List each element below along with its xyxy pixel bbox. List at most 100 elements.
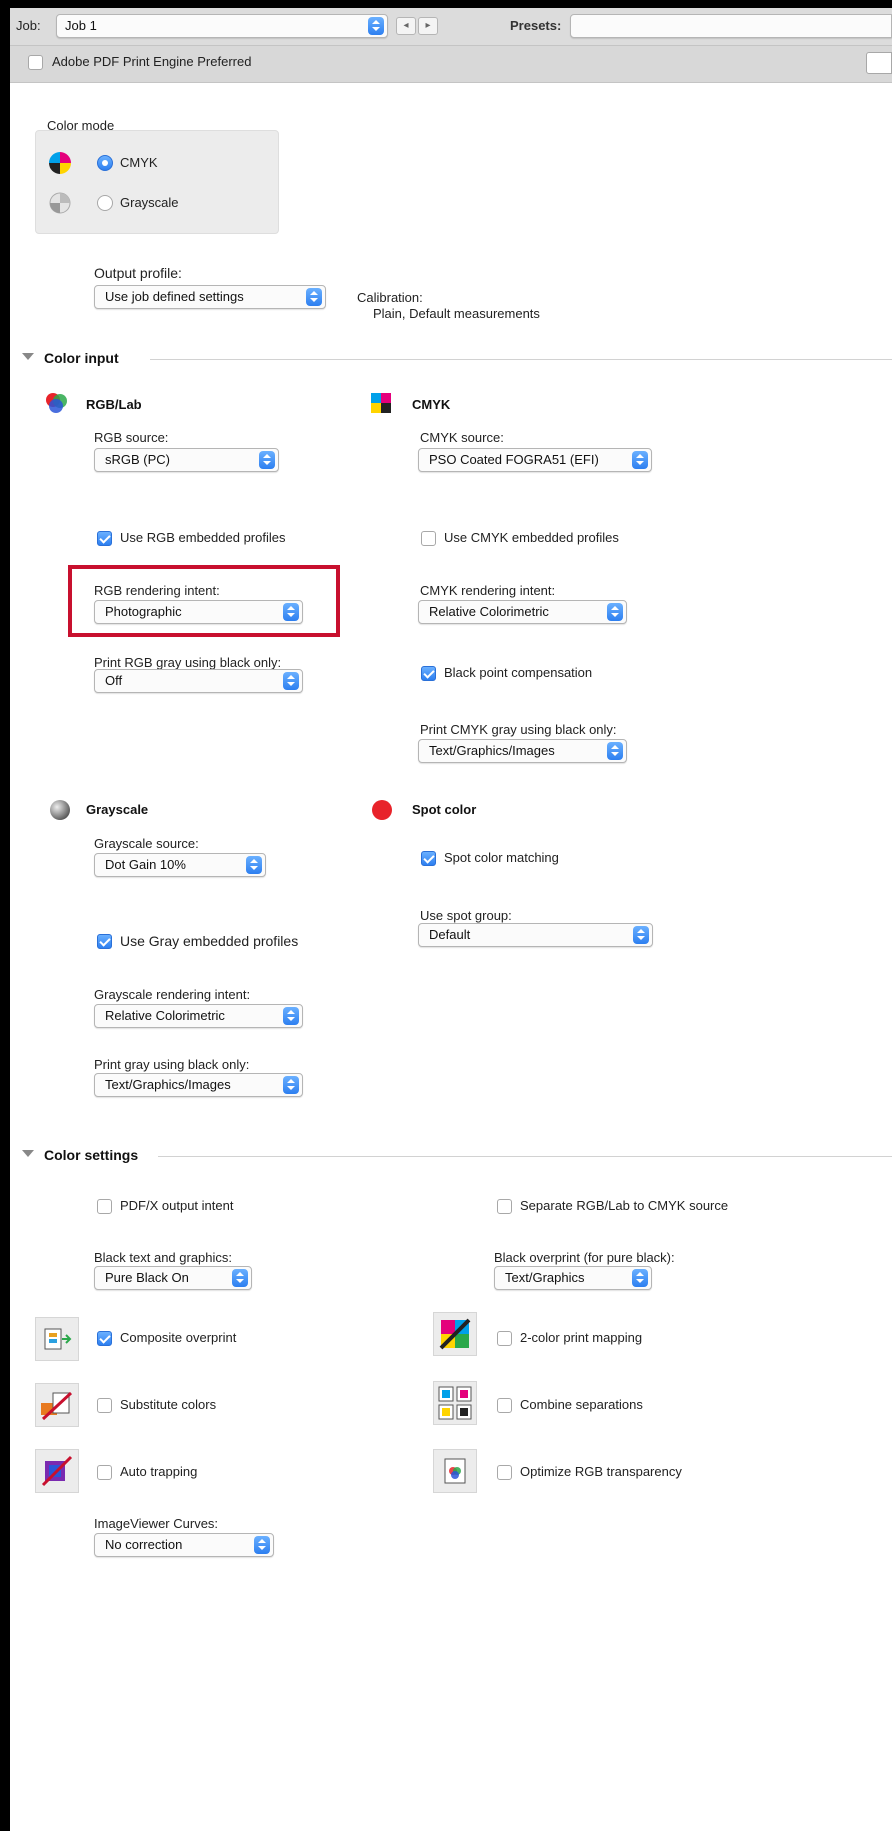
rgb-intent-value: Photographic	[105, 604, 182, 619]
spot-color-matching-label: Spot color matching	[444, 850, 559, 865]
chevron-updown-icon	[368, 17, 384, 35]
rgb-source-value: sRGB (PC)	[105, 452, 170, 467]
rgb-gray-black-select[interactable]: Off	[94, 669, 303, 693]
grayscale-wheel-icon	[49, 192, 71, 214]
grayscale-radio[interactable]	[97, 195, 113, 211]
chevron-updown-icon	[632, 451, 648, 469]
grayscale-intent-value: Relative Colorimetric	[105, 1008, 225, 1023]
chevron-updown-icon	[254, 1536, 270, 1554]
black-point-compensation-label: Black point compensation	[444, 665, 593, 680]
composite-overprint-label: Composite overprint	[120, 1330, 237, 1345]
cmyk-wheel-icon	[49, 152, 71, 174]
substitute-colors-checkbox[interactable]	[97, 1398, 112, 1413]
window-border-top	[0, 0, 892, 8]
separate-rgb-checkbox[interactable]	[497, 1199, 512, 1214]
calibration-value: Plain, Default measurements	[373, 306, 540, 321]
cmyk-embedded-label: Use CMYK embedded profiles	[444, 530, 619, 545]
rgb-embedded-checkbox[interactable]	[97, 531, 112, 546]
rgb-lab-title: RGB/Lab	[86, 397, 142, 412]
output-profile-value: Use job defined settings	[105, 289, 244, 304]
combine-separations-icon	[433, 1381, 477, 1425]
gray-black-select[interactable]: Text/Graphics/Images	[94, 1073, 303, 1097]
grayscale-source-label: Grayscale source:	[94, 836, 199, 851]
black-point-compensation-checkbox[interactable]	[421, 666, 436, 681]
gray-black-value: Text/Graphics/Images	[105, 1077, 231, 1092]
job-select[interactable]: Job 1	[56, 14, 388, 38]
gray-black-label: Print gray using black only:	[94, 1057, 250, 1072]
spot-group-value: Default	[429, 927, 471, 942]
chevron-updown-icon	[283, 1007, 299, 1025]
composite-overprint-checkbox[interactable]	[97, 1331, 112, 1346]
cmyk-title: CMYK	[412, 397, 451, 412]
pdfx-output-intent-checkbox[interactable]	[97, 1199, 112, 1214]
cmyk-embedded-checkbox[interactable]	[421, 531, 436, 546]
cmyk-intent-select[interactable]: Relative Colorimetric	[418, 600, 627, 624]
spot-color-matching-checkbox[interactable]	[421, 851, 436, 866]
chevron-updown-icon	[246, 856, 262, 874]
cmyk-radio-label: CMYK	[120, 155, 158, 170]
calibration-label: Calibration:	[357, 290, 423, 305]
gray-embedded-label: Use Gray embedded profiles	[120, 933, 299, 949]
imageviewer-curves-label: ImageViewer Curves:	[94, 1516, 219, 1531]
rgb-source-label: RGB source:	[94, 430, 169, 445]
optimize-rgb-transparency-label: Optimize RGB transparency	[520, 1464, 682, 1479]
color-settings-section-title: Color settings	[44, 1147, 139, 1163]
grayscale-icon	[50, 800, 70, 820]
cmyk-intent-label: CMYK rendering intent:	[420, 583, 556, 598]
next-job-button[interactable]: ▸	[418, 17, 438, 35]
grayscale-radio-label: Grayscale	[120, 195, 179, 210]
disclosure-triangle-icon[interactable]	[22, 1150, 34, 1157]
disclosure-triangle-icon[interactable]	[22, 353, 34, 360]
grayscale-intent-label: Grayscale rendering intent:	[94, 987, 251, 1002]
spot-group-select[interactable]: Default	[418, 923, 653, 947]
substitute-colors-icon	[35, 1383, 79, 1427]
grayscale-source-select[interactable]: Dot Gain 10%	[94, 853, 266, 877]
pdfx-output-intent-label: PDF/X output intent	[120, 1198, 234, 1213]
spot-group-label: Use spot group:	[420, 908, 512, 923]
imageviewer-curves-value: No correction	[105, 1537, 183, 1552]
gray-embedded-checkbox[interactable]	[97, 934, 112, 949]
cmyk-gray-black-label: Print CMYK gray using black only:	[420, 722, 617, 737]
black-text-graphics-select[interactable]: Pure Black On	[94, 1266, 252, 1290]
rgb-source-select[interactable]: sRGB (PC)	[94, 448, 279, 472]
spot-color-icon	[372, 800, 392, 820]
black-text-graphics-value: Pure Black On	[105, 1270, 189, 1285]
chevron-updown-icon	[283, 672, 299, 690]
cmyk-source-select[interactable]: PSO Coated FOGRA51 (EFI)	[418, 448, 652, 472]
two-color-mapping-checkbox[interactable]	[497, 1331, 512, 1346]
prev-job-button[interactable]: ◂	[396, 17, 416, 35]
rgb-gray-black-value: Off	[105, 673, 123, 688]
output-profile-select[interactable]: Use job defined settings	[94, 285, 326, 309]
job-label: Job:	[16, 18, 41, 33]
composite-overprint-icon	[35, 1317, 79, 1361]
optimize-rgb-transparency-checkbox[interactable]	[497, 1465, 512, 1480]
rgb-intent-label: RGB rendering intent:	[94, 583, 220, 598]
optimize-rgb-transparency-icon	[433, 1449, 477, 1493]
auto-trapping-checkbox[interactable]	[97, 1465, 112, 1480]
two-color-mapping-label: 2-color print mapping	[520, 1330, 643, 1345]
pdf-engine-label: Adobe PDF Print Engine Preferred	[52, 54, 252, 69]
auto-trapping-icon	[35, 1449, 79, 1493]
black-overprint-select[interactable]: Text/Graphics	[494, 1266, 652, 1290]
rgb-intent-select[interactable]: Photographic	[94, 600, 303, 624]
cmyk-gray-black-select[interactable]: Text/Graphics/Images	[418, 739, 627, 763]
chevron-updown-icon	[306, 288, 322, 306]
pdf-engine-right-button[interactable]	[866, 52, 892, 74]
auto-trapping-label: Auto trapping	[120, 1464, 198, 1479]
black-overprint-value: Text/Graphics	[505, 1270, 585, 1285]
output-profile-label: Output profile:	[94, 265, 182, 281]
color-input-section-title: Color input	[44, 350, 119, 366]
color-settings-panel: Job: Job 1 ◂ ▸ Presets: Adobe PDF Print …	[0, 0, 892, 1831]
chevron-updown-icon	[283, 603, 299, 621]
grayscale-source-value: Dot Gain 10%	[105, 857, 186, 872]
spot-color-title: Spot color	[412, 802, 477, 817]
presets-select[interactable]	[570, 14, 892, 38]
combine-separations-checkbox[interactable]	[497, 1398, 512, 1413]
cmyk-radio[interactable]	[97, 155, 113, 171]
pdf-engine-checkbox[interactable]	[28, 55, 43, 70]
imageviewer-curves-select[interactable]: No correction	[94, 1533, 274, 1557]
job-select-value: Job 1	[65, 18, 97, 33]
separate-rgb-label: Separate RGB/Lab to CMYK source	[520, 1198, 729, 1213]
cmyk-icon	[371, 393, 391, 413]
grayscale-intent-select[interactable]: Relative Colorimetric	[94, 1004, 303, 1028]
